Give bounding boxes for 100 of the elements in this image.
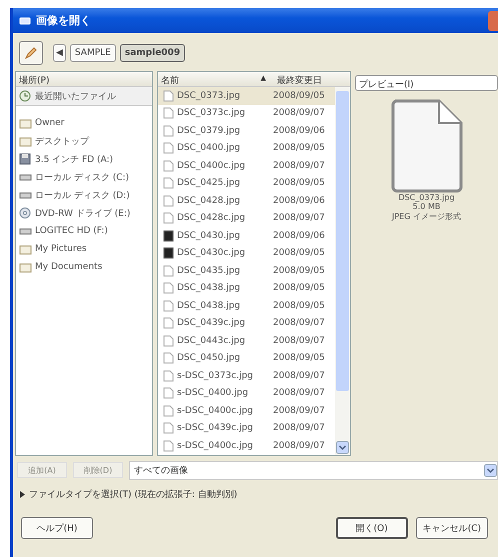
file-row[interactable]: DSC_0425.jpg 2008/09/05 bbox=[158, 174, 335, 192]
place-item[interactable]: 3.5 インチ FD (A:) bbox=[16, 150, 152, 168]
expander[interactable]: ファイルタイプを選択(T) (現在の拡張子: 自動判別) bbox=[13, 480, 498, 509]
file-name: DSC_0450.jpg bbox=[177, 353, 240, 364]
file-row[interactable]: DSC_0400.jpg 2008/09/05 bbox=[158, 140, 335, 157]
file-row[interactable]: DSC_0450.jpg 2008/09/05 bbox=[158, 350, 335, 367]
help-button[interactable]: ヘルプ(H) bbox=[21, 517, 93, 539]
file-name: s-DSC_0400.jpg bbox=[177, 388, 248, 398]
file-row[interactable]: DSC_0439c.jpg 2008/09/07 bbox=[158, 314, 335, 332]
file-date: 2008/09/07 bbox=[273, 423, 326, 434]
file-date: 2008/09/07 bbox=[273, 406, 326, 416]
place-label: デスクトップ bbox=[35, 135, 89, 148]
file-row[interactable]: DSC_0373.jpg 2008/09/05 bbox=[158, 87, 335, 104]
file-name: DSC_0379.jpg bbox=[177, 126, 240, 136]
place-label: 3.5 インチ FD (A:) bbox=[35, 154, 114, 166]
place-item[interactable]: デスクトップ bbox=[16, 132, 152, 150]
file-row[interactable]: s-DSC_0400.jpg 2008/09/07 bbox=[158, 384, 335, 402]
preview-filename: DSC_0373.jpg bbox=[398, 193, 455, 202]
file-date: 2008/09/05 bbox=[273, 300, 326, 311]
path-button[interactable]: SAMPLE bbox=[70, 44, 116, 62]
column-header[interactable]: 場所(P) bbox=[16, 72, 152, 87]
file-name: DSC_0373.jpg bbox=[177, 90, 240, 101]
file-row[interactable]: s-DSC_0400c.jpg 2008/09/07 bbox=[158, 437, 335, 454]
collapsed-triangle-icon bbox=[19, 491, 26, 498]
file-date: 2008/09/05 bbox=[273, 283, 326, 294]
file-date: 2008/09/07 bbox=[273, 370, 326, 381]
column-header[interactable]: 最終変更日 bbox=[274, 72, 350, 87]
scroll-thumb[interactable] bbox=[336, 91, 349, 391]
file-icon bbox=[162, 404, 175, 417]
file-date: 2008/09/07 bbox=[273, 160, 326, 171]
file-row[interactable]: DSC_0428c.jpg 2008/09/07 bbox=[158, 210, 335, 227]
edit-location-button[interactable] bbox=[19, 41, 43, 65]
file-row[interactable]: DSC_0373c.jpg 2008/09/07 bbox=[158, 104, 335, 122]
path-button[interactable]: sample009 bbox=[120, 44, 186, 62]
file-row[interactable]: DSC_0430c.jpg 2008/09/05 bbox=[158, 244, 335, 262]
place-item[interactable]: ローカル ディスク (D:) bbox=[16, 186, 152, 204]
app-icon bbox=[19, 16, 31, 26]
file-name: DSC_0430c.jpg bbox=[177, 248, 246, 258]
file-icon bbox=[162, 142, 175, 154]
file-row[interactable]: DSC_0443c.jpg 2008/09/07 bbox=[158, 332, 335, 350]
place-item[interactable]: ローカル ディスク (C:) bbox=[16, 168, 152, 186]
place-item[interactable]: LOGITEC HD (F:) bbox=[16, 222, 152, 240]
file-icon bbox=[162, 177, 175, 190]
file-row[interactable]: DSC_0428.jpg 2008/09/06 bbox=[158, 192, 335, 210]
image-icon bbox=[162, 230, 175, 242]
file-name: DSC_0430.jpg bbox=[177, 230, 240, 241]
file-row[interactable]: DSC_0438.jpg 2008/09/05 bbox=[158, 297, 335, 314]
clock-icon bbox=[19, 90, 32, 102]
place-item[interactable]: Owner bbox=[16, 114, 152, 132]
image-icon bbox=[162, 247, 175, 260]
scrollbar[interactable] bbox=[335, 87, 350, 455]
close-button[interactable] bbox=[488, 10, 498, 30]
file-row[interactable]: s-DSC_0373c.jpg 2008/09/07 bbox=[158, 367, 335, 384]
file-name: DSC_0428.jpg bbox=[177, 196, 240, 206]
place-label: ローカル ディスク (D:) bbox=[35, 190, 130, 202]
place-item[interactable]: DVD-RW ドライブ (E:) bbox=[16, 204, 152, 222]
filter-dropdown[interactable]: すべての画像 bbox=[129, 460, 498, 480]
file-icon bbox=[162, 194, 175, 207]
place-item[interactable]: My Documents bbox=[16, 258, 152, 276]
pencil-icon bbox=[24, 46, 38, 60]
place-item[interactable]: 最近開いたファイル bbox=[16, 87, 152, 106]
open-button[interactable]: 開く(O) bbox=[336, 517, 408, 539]
place-label: DVD-RW ドライブ (E:) bbox=[35, 208, 130, 220]
file-name: s-DSC_0373c.jpg bbox=[177, 370, 254, 381]
file-row[interactable]: DSC_0379.jpg 2008/09/06 bbox=[158, 122, 335, 140]
file-date: 2008/09/07 bbox=[273, 336, 326, 346]
file-date: 2008/09/07 bbox=[273, 440, 326, 451]
cancel-button[interactable]: キャンセル(C) bbox=[416, 517, 488, 539]
place-item[interactable]: My Pictures bbox=[16, 240, 152, 258]
file-icon bbox=[162, 160, 175, 172]
file-name: DSC_0373c.jpg bbox=[177, 108, 246, 118]
place-label: LOGITEC HD (F:) bbox=[35, 226, 108, 236]
file-date: 2008/09/06 bbox=[273, 230, 326, 241]
file-date: 2008/09/07 bbox=[273, 318, 326, 328]
expander-label: ファイルタイプを選択(T) (現在の拡張子: 自動判別) bbox=[29, 488, 238, 501]
place-label: ローカル ディスク (C:) bbox=[35, 172, 130, 184]
file-name: DSC_0428c.jpg bbox=[177, 213, 246, 224]
scroll-left-button[interactable]: ◀ bbox=[53, 44, 66, 62]
folder-icon bbox=[19, 117, 32, 129]
file-row[interactable]: DSC_0438.jpg 2008/09/05 bbox=[158, 280, 335, 297]
file-date: 2008/09/07 bbox=[273, 108, 326, 118]
file-name: DSC_0435.jpg bbox=[177, 266, 240, 276]
file-row[interactable]: DSC_0430.jpg 2008/09/06 bbox=[158, 227, 335, 244]
file-name: DSC_0443c.jpg bbox=[177, 336, 246, 346]
place-label: My Documents bbox=[35, 262, 102, 272]
file-row[interactable]: DSC_0435.jpg 2008/09/05 bbox=[158, 262, 335, 280]
file-date: 2008/09/05 bbox=[273, 178, 326, 188]
file-row[interactable]: s-DSC_0439c.jpg 2008/09/07 bbox=[158, 420, 335, 437]
file-icon bbox=[162, 352, 175, 364]
file-name: s-DSC_0439c.jpg bbox=[177, 423, 254, 434]
floppy-icon bbox=[19, 153, 32, 165]
file-icon bbox=[162, 282, 175, 294]
place-label: 最近開いたファイル bbox=[35, 90, 116, 102]
file-date: 2008/09/05 bbox=[273, 266, 326, 276]
file-name: DSC_0438.jpg bbox=[177, 300, 240, 311]
file-row[interactable]: DSC_0400c.jpg 2008/09/07 bbox=[158, 157, 335, 174]
file-icon bbox=[162, 107, 175, 120]
file-date: 2008/09/05 bbox=[273, 248, 326, 258]
preview-size: 5.0 MB bbox=[412, 202, 440, 211]
file-row[interactable]: s-DSC_0400c.jpg 2008/09/07 bbox=[158, 402, 335, 420]
